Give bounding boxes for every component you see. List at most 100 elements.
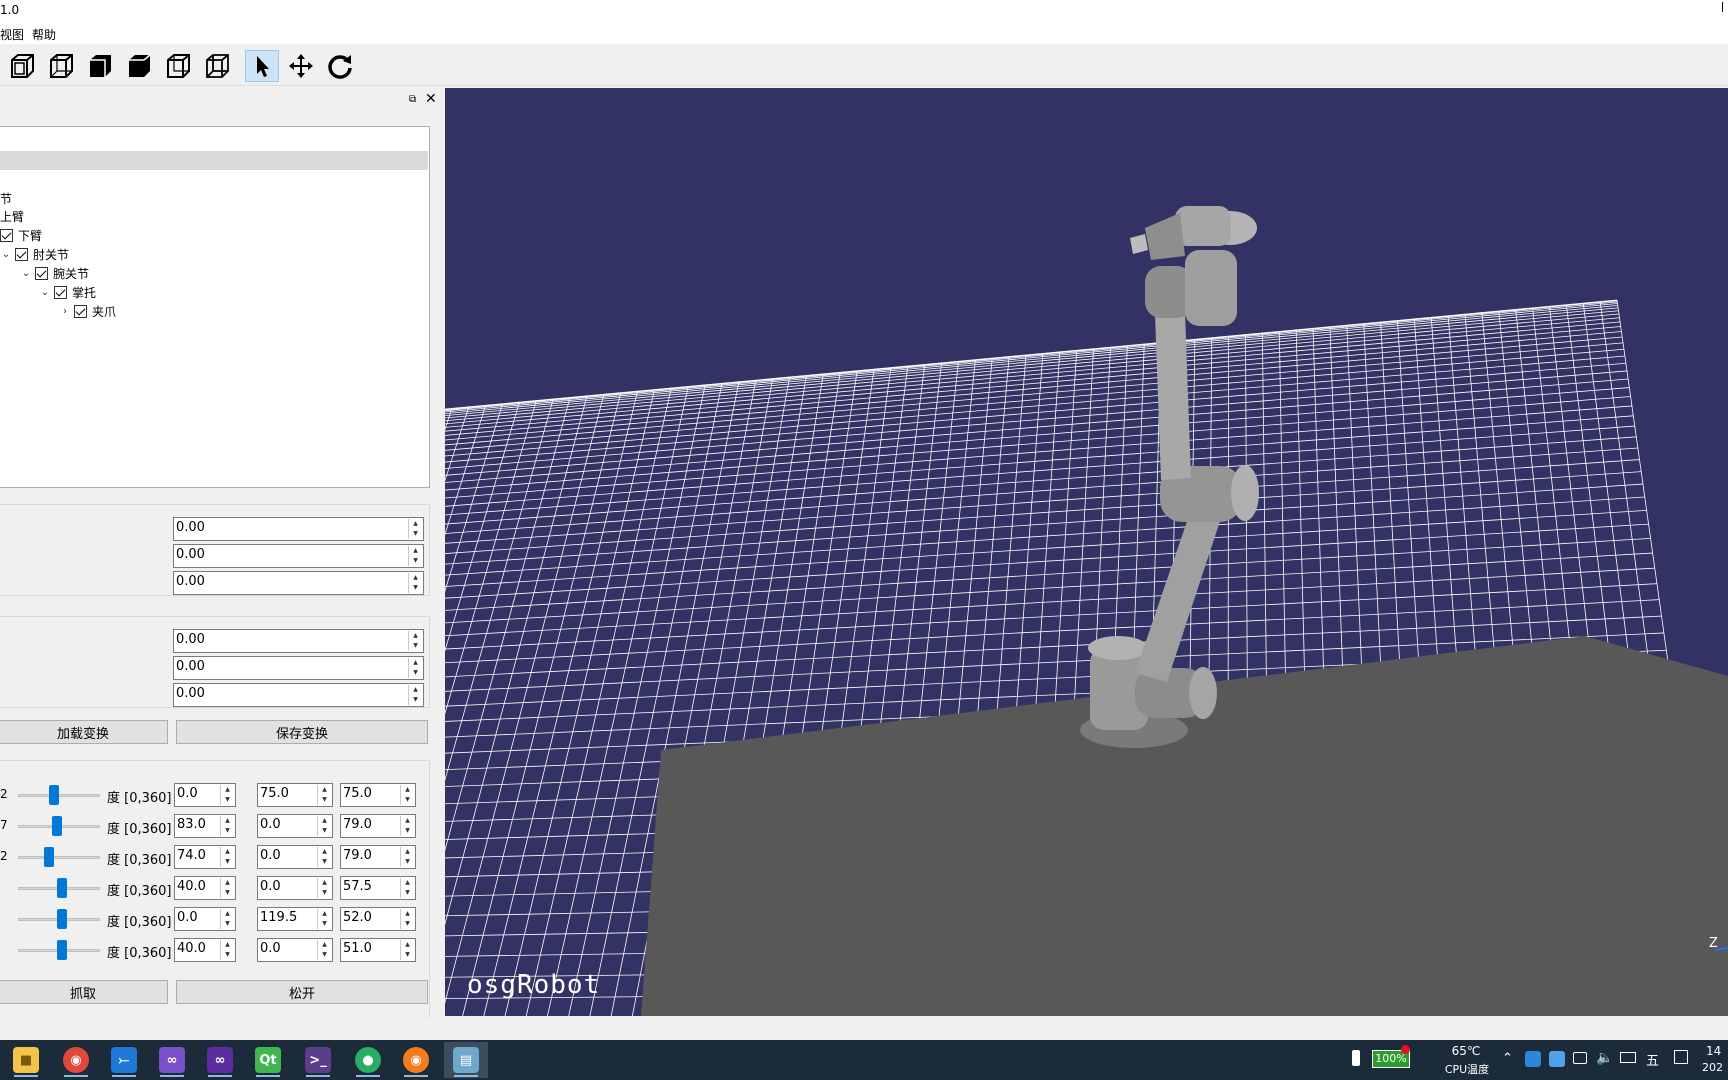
chevron-down-icon[interactable]: ⌄ — [20, 268, 32, 279]
spin-arrows[interactable]: ▲ ▼ — [408, 685, 422, 705]
joint-value-2-input[interactable] — [260, 848, 316, 863]
joint-value-3-input[interactable] — [343, 879, 399, 894]
spin-arrows[interactable]: ▲ ▼ — [400, 816, 414, 836]
translate-y-spinbox[interactable]: ▲▼ — [173, 544, 424, 568]
spin-arrows[interactable]: ▲ ▼ — [400, 847, 414, 867]
joint-slider-thumb[interactable] — [57, 940, 67, 960]
spin-arrows[interactable]: ▲ ▼ — [408, 519, 422, 539]
spin-arrows[interactable]: ▲ ▼ — [317, 940, 331, 960]
checkbox-checked[interactable] — [15, 247, 28, 261]
taskbar-osgrobot[interactable]: ▤ — [444, 1042, 488, 1078]
joint-value-1-spinbox[interactable]: ▲▼ — [174, 938, 236, 962]
joint-value-2-input[interactable] — [260, 786, 316, 801]
joint-value-3-input[interactable] — [343, 941, 399, 956]
joint-value-2-spinbox[interactable]: ▲▼ — [257, 845, 333, 869]
spin-arrows[interactable]: ▲ ▼ — [400, 878, 414, 898]
joint-value-2-spinbox[interactable]: ▲▼ — [257, 938, 333, 962]
joint-value-2-spinbox[interactable]: ▲▼ — [257, 783, 333, 807]
taskbar-file-explorer[interactable]: ■ — [4, 1042, 48, 1078]
checkbox-checked[interactable] — [54, 285, 67, 299]
joint-value-3-input[interactable] — [343, 910, 399, 925]
tree-node-elbow[interactable]: ⌄ 肘关节 — [0, 245, 69, 263]
menu-view[interactable]: 视图 — [0, 26, 24, 43]
bottom-view-button[interactable] — [200, 50, 234, 82]
joint-value-3-spinbox[interactable]: ▲▼ — [340, 845, 416, 869]
spin-arrows[interactable]: ▲ ▼ — [400, 909, 414, 929]
joint-value-3-spinbox[interactable]: ▲▼ — [340, 876, 416, 900]
checkbox-checked[interactable] — [35, 266, 48, 280]
tray-app-icon[interactable] — [1525, 1051, 1541, 1067]
joint-value-3-input[interactable] — [343, 786, 399, 801]
joint-value-1-input[interactable] — [177, 879, 219, 894]
joint-value-3-input[interactable] — [343, 848, 399, 863]
spin-arrows[interactable]: ▲ ▼ — [220, 847, 234, 867]
spin-arrows[interactable]: ▲ ▼ — [220, 785, 234, 805]
translate-z-input[interactable] — [176, 574, 406, 589]
joint-slider-thumb[interactable] — [49, 785, 59, 805]
tree-node-joint[interactable]: 节 — [0, 189, 12, 207]
joint-value-1-input[interactable] — [177, 786, 219, 801]
spin-arrows[interactable]: ▲ ▼ — [220, 878, 234, 898]
joint-value-1-input[interactable] — [177, 817, 219, 832]
joint-value-1-spinbox[interactable]: ▲▼ — [174, 783, 236, 807]
joint-slider-track[interactable] — [18, 794, 100, 797]
joint-value-2-spinbox[interactable]: ▲▼ — [257, 907, 333, 931]
restore-icon[interactable]: ⧉ — [409, 94, 421, 106]
rotate-x-spinbox[interactable]: ▲▼ — [173, 629, 424, 653]
spin-arrows[interactable]: ▲ ▼ — [400, 785, 414, 805]
joint-slider-thumb[interactable] — [57, 909, 67, 929]
close-icon[interactable]: ✕ — [425, 91, 437, 107]
spin-arrows[interactable]: ▲ ▼ — [408, 631, 422, 651]
joint-value-1-spinbox[interactable]: ▲▼ — [174, 907, 236, 931]
speaker-muted-icon[interactable]: 🔈 — [1596, 1050, 1613, 1066]
spin-arrows[interactable]: ▲ ▼ — [317, 785, 331, 805]
tree-selected-row[interactable] — [0, 151, 428, 170]
joint-value-2-input[interactable] — [260, 817, 316, 832]
tree-node-wrist[interactable]: ⌄ 腕关节 — [20, 264, 89, 282]
joint-slider-thumb[interactable] — [44, 847, 54, 867]
spin-arrows[interactable]: ▲ ▼ — [400, 940, 414, 960]
move-tool-button[interactable] — [284, 50, 318, 82]
joint-value-2-spinbox[interactable]: ▲▼ — [257, 814, 333, 838]
tree-node-lower-arm[interactable]: 下臂 — [0, 226, 42, 244]
spin-arrows[interactable]: ▲ ▼ — [408, 546, 422, 566]
3d-viewport[interactable]: osgRobot Z — [445, 88, 1728, 1016]
battery-icon[interactable] — [1573, 1052, 1587, 1064]
joint-value-2-input[interactable] — [260, 879, 316, 894]
network-icon[interactable] — [1620, 1052, 1636, 1063]
menu-help[interactable]: 帮助 — [32, 26, 56, 43]
joint-slider-thumb[interactable] — [57, 878, 67, 898]
chevron-right-icon[interactable]: › — [59, 306, 71, 317]
spin-arrows[interactable]: ▲ ▼ — [317, 816, 331, 836]
taskbar-qt-creator[interactable]: Qt — [246, 1042, 290, 1078]
translate-z-spinbox[interactable]: ▲▼ — [173, 571, 424, 595]
joint-slider-thumb[interactable] — [52, 816, 62, 836]
checkbox-checked[interactable] — [0, 228, 13, 242]
joint-value-1-spinbox[interactable]: ▲▼ — [174, 814, 236, 838]
tree-node-upper-arm[interactable]: 上臂 — [0, 207, 24, 225]
spin-arrows[interactable]: ▲ ▼ — [220, 940, 234, 960]
rotate-y-spinbox[interactable]: ▲▼ — [173, 656, 424, 680]
cpu-temperature[interactable]: 65℃ — [1446, 1044, 1486, 1058]
joint-value-3-input[interactable] — [343, 817, 399, 832]
taskbar-visual-studio-preview[interactable]: ∞ — [198, 1042, 242, 1078]
joint-value-3-spinbox[interactable]: ▲▼ — [340, 783, 416, 807]
translate-x-spinbox[interactable]: ▲▼ — [173, 517, 424, 541]
chevron-down-icon[interactable]: ⌄ — [39, 287, 51, 298]
ime-indicator[interactable]: 五 — [1646, 1050, 1659, 1069]
grab-button[interactable]: 抓取 — [0, 980, 168, 1004]
tray-app-icon[interactable] — [1549, 1051, 1565, 1067]
robot-arm[interactable] — [1080, 206, 1259, 748]
clock-time[interactable]: 14 — [1706, 1044, 1721, 1058]
clock-date[interactable]: 202 — [1702, 1061, 1723, 1074]
joint-value-2-spinbox[interactable]: ▲▼ — [257, 876, 333, 900]
checkbox-checked[interactable] — [74, 304, 87, 318]
joint-value-2-input[interactable] — [260, 910, 316, 925]
joint-value-1-spinbox[interactable]: ▲▼ — [174, 845, 236, 869]
translate-y-input[interactable] — [176, 547, 406, 562]
back-view-button[interactable] — [44, 50, 78, 82]
front-view-button[interactable] — [5, 50, 39, 82]
joint-value-2-input[interactable] — [260, 941, 316, 956]
taskbar-firefox[interactable]: ◉ — [394, 1042, 438, 1078]
taskbar-vscode[interactable]: ⤚ — [102, 1042, 146, 1078]
